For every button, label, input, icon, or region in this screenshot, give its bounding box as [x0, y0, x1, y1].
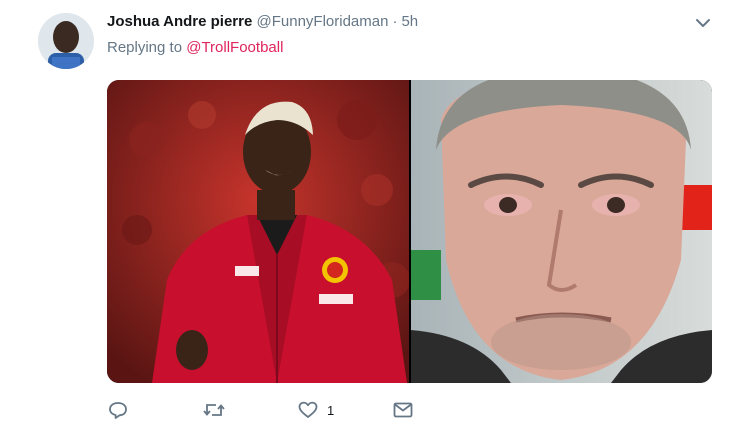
author-name[interactable]: Joshua Andre pierre [107, 13, 252, 30]
more-options-chevron-icon[interactable] [692, 12, 714, 34]
retweet-icon [203, 404, 225, 416]
tweet-action-bar: 1 [107, 398, 432, 422]
tweet-header: Joshua Andre pierre @FunnyFloridaman · 5h [107, 12, 418, 32]
timestamp[interactable]: 5h [401, 13, 418, 30]
media-grid [107, 80, 712, 383]
retweet-button[interactable] [202, 399, 297, 421]
media-photo-right[interactable] [411, 80, 712, 383]
reply-prefix: Replying to [107, 39, 183, 56]
like-button[interactable]: 1 [297, 399, 392, 421]
direct-message-button[interactable] [392, 399, 432, 421]
like-count: 1 [327, 402, 335, 418]
avatar[interactable] [38, 13, 94, 69]
heart-icon [298, 401, 318, 418]
author-handle[interactable]: @FunnyFloridaman [257, 13, 389, 30]
media-photo-left[interactable] [107, 80, 409, 383]
reply-mention-link[interactable]: @TrollFootball [186, 39, 283, 56]
reply-icon [109, 402, 127, 419]
reply-button[interactable] [107, 399, 202, 421]
envelope-icon [393, 402, 413, 418]
reply-context: Replying to @TrollFootball [107, 38, 283, 58]
separator-dot: · [392, 13, 398, 30]
avatar-image [38, 13, 94, 69]
